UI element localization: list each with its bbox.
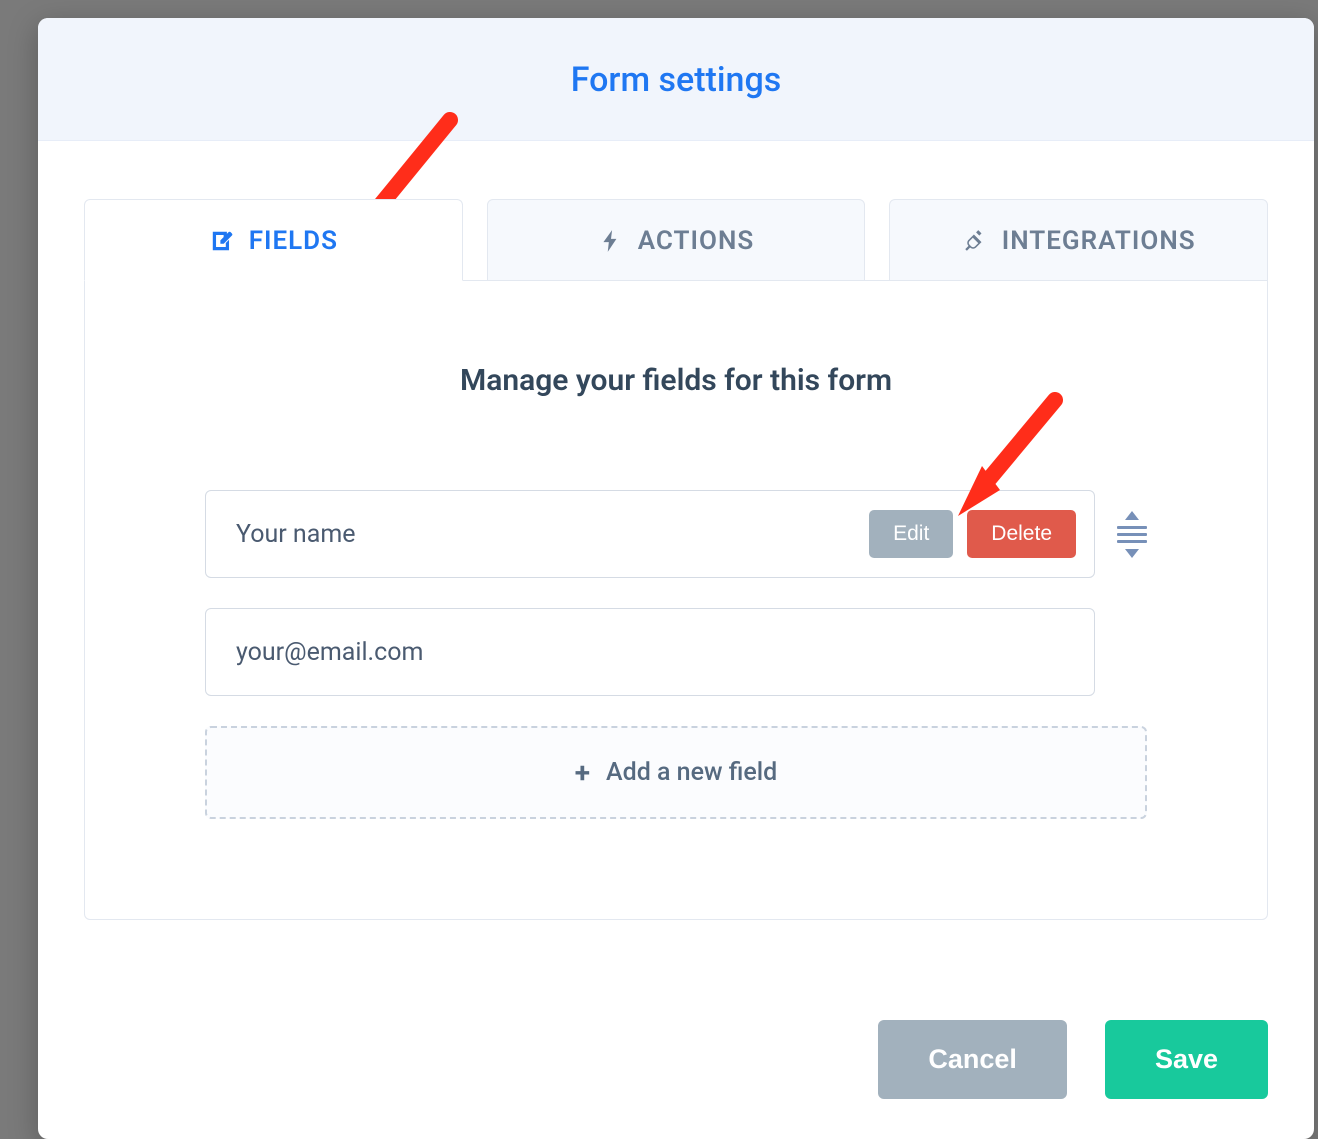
tab-fields[interactable]: FIELDS [84,199,463,281]
field-label: Your name [236,520,356,549]
delete-button[interactable]: Delete [967,510,1076,558]
add-field-button[interactable]: + Add a new field [205,726,1147,819]
field-row: Your name Edit Delete [205,490,1147,578]
bolt-icon [598,228,624,254]
tab-actions-label: ACTIONS [638,226,754,256]
add-field-label: Add a new field [606,758,777,787]
tab-fields-label: FIELDS [249,226,338,256]
tab-integrations-label: INTEGRATIONS [1002,226,1196,256]
field-label: your@email.com [236,638,423,667]
drag-handle-icon[interactable] [1117,511,1147,558]
field-row: your@email.com [205,608,1147,696]
modal-title: Form settings [58,60,1294,100]
save-button[interactable]: Save [1105,1020,1268,1099]
fields-panel: Manage your fields for this form Your na… [84,280,1268,920]
edit-button[interactable]: Edit [869,510,953,558]
field-actions: Edit Delete [869,510,1076,558]
tabs-row: FIELDS ACTIONS INTEGRATIONS [84,199,1268,281]
field-box-email[interactable]: your@email.com [205,608,1095,696]
form-settings-modal: Form settings FIELDS ACTIONS INTEGRATION… [38,18,1314,1139]
cancel-button[interactable]: Cancel [878,1020,1067,1099]
field-box-name[interactable]: Your name Edit Delete [205,490,1095,578]
modal-body: FIELDS ACTIONS INTEGRATIONS Manage your … [38,141,1314,960]
edit-icon [209,228,235,254]
panel-heading: Manage your fields for this form [205,363,1147,398]
modal-header: Form settings [38,18,1314,141]
tab-actions[interactable]: ACTIONS [487,199,866,281]
plus-icon: + [575,756,590,789]
plug-icon [962,228,988,254]
modal-footer: Cancel Save [38,960,1314,1139]
tab-integrations[interactable]: INTEGRATIONS [889,199,1268,281]
